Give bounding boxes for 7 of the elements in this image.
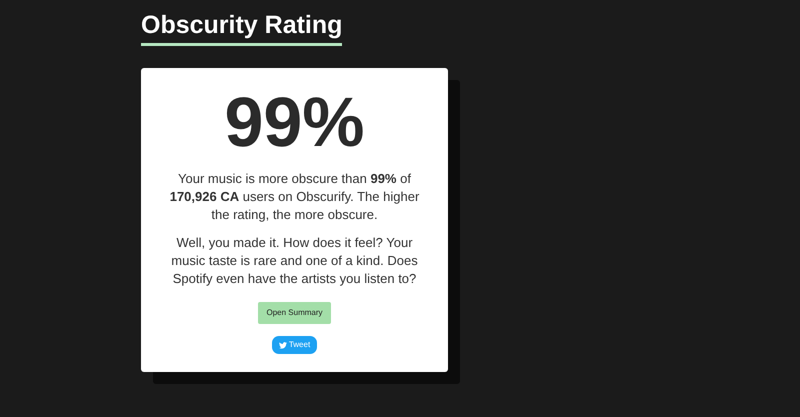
open-summary-button[interactable]: Open Summary <box>258 302 331 324</box>
page-title: Obscurity Rating <box>141 10 342 46</box>
bird-icon <box>278 342 287 348</box>
tweet-label: Tweet <box>288 339 310 351</box>
rating-percentage: 99% <box>224 82 365 162</box>
comment-text: Well, you made it. How does it feel? Your music taste is rare and one of a kind. Does Spotify even have the artists you listen to? <box>170 234 419 288</box>
summary-text: Your music is more obscure than 99% of 170,926 CA users on Obscurify. The higher the rating, the more obscure. <box>168 170 420 224</box>
